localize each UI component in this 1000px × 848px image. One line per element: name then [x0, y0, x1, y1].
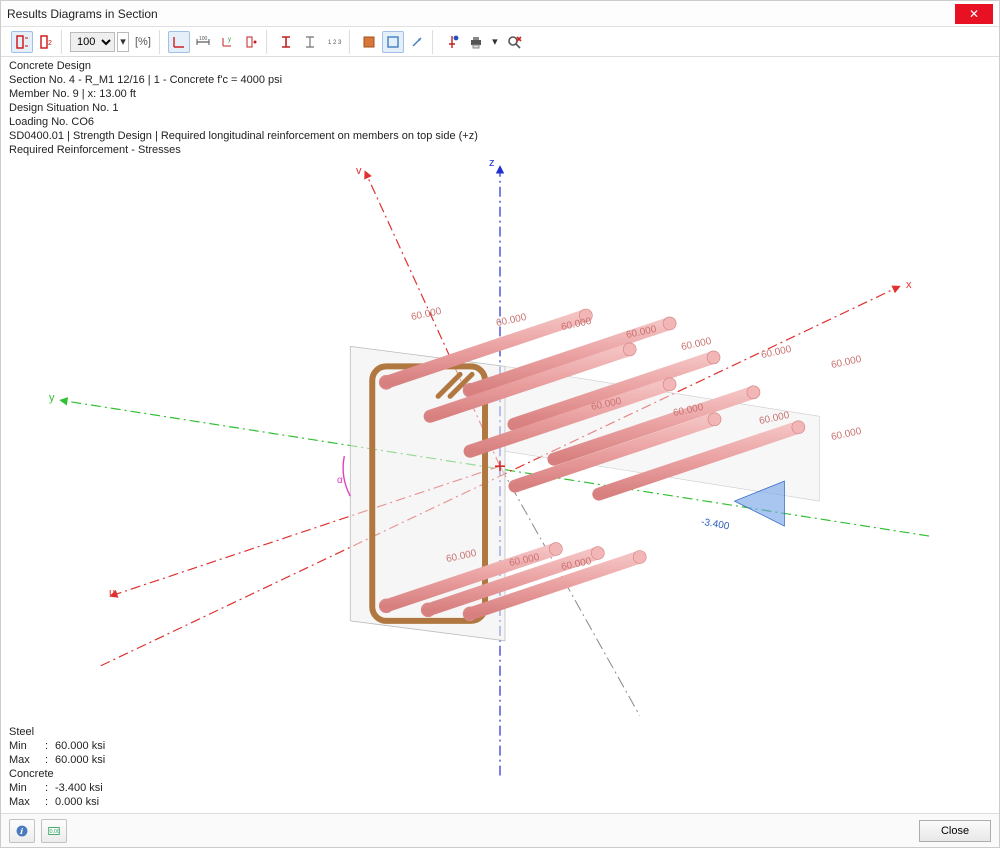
zoom-control: 100 ▾ [%]	[70, 32, 155, 52]
legend-steel-header: Steel	[9, 725, 105, 739]
find-button[interactable]	[503, 31, 525, 53]
axis-y-label: y	[49, 392, 55, 404]
toolbar-group-render	[354, 30, 433, 54]
toolbar-group-tools: ▾	[437, 30, 529, 54]
legend-value: 0.000 ksi	[55, 795, 99, 809]
svg-text:0,00: 0,00	[50, 828, 60, 834]
show-vectors-button[interactable]	[406, 31, 428, 53]
section-outline-button[interactable]	[299, 31, 321, 53]
legend-label: Max	[9, 753, 45, 767]
section-view-1-button[interactable]	[11, 31, 33, 53]
units-button[interactable]: 0,00	[41, 819, 67, 843]
svg-text:2: 2	[48, 40, 52, 47]
render-solid-button[interactable]	[358, 31, 380, 53]
axis-v-label: v	[356, 165, 362, 177]
axis-z-label: z	[489, 157, 495, 169]
legend-value: -3.400 ksi	[55, 781, 103, 795]
help-button[interactable]: ℹ	[9, 819, 35, 843]
svg-text:1 2 3: 1 2 3	[328, 40, 342, 46]
window: Results Diagrams in Section ✕ 2 100 ▾ [%…	[0, 0, 1000, 848]
window-title: Results Diagrams in Section	[7, 7, 955, 21]
toolbar: 2 100 ▾ [%] 100 y 1 2 3	[1, 27, 999, 57]
toolbar-group-display-2: 1 2 3	[271, 30, 350, 54]
canvas-viewport[interactable]: Concrete Design Section No. 4 - R_M1 12/…	[1, 57, 999, 813]
window-close-button[interactable]: ✕	[955, 4, 993, 24]
legend-label: Max	[9, 795, 45, 809]
zoom-select[interactable]: 100	[70, 32, 115, 52]
svg-text:y: y	[228, 37, 231, 43]
render-wire-button[interactable]	[382, 31, 404, 53]
toolbar-group-display-1: 100 y	[164, 30, 267, 54]
section-view-2-button[interactable]: 2	[35, 31, 57, 53]
local-axes-button[interactable]: y	[216, 31, 238, 53]
toolbar-group-mode: 2	[7, 30, 62, 54]
toolbar-group-zoom: 100 ▾ [%]	[66, 30, 160, 54]
section-shape-button[interactable]	[275, 31, 297, 53]
legend-label: Min	[9, 781, 45, 795]
axes-toggle-button[interactable]	[168, 31, 190, 53]
print-button[interactable]	[465, 31, 487, 53]
bottombar: ℹ 0,00 Close	[1, 813, 999, 847]
stress-points-button[interactable]	[240, 31, 262, 53]
svg-text:100: 100	[199, 36, 208, 42]
print-dropdown-button[interactable]: ▾	[489, 31, 501, 53]
legend-label: Min	[9, 739, 45, 753]
axis-alpha-label: α	[337, 475, 343, 486]
titlebar: Results Diagrams in Section ✕	[1, 1, 999, 27]
zoom-unit-label: [%]	[131, 36, 155, 48]
dimensions-toggle-button[interactable]: 100	[192, 31, 214, 53]
pin-button[interactable]	[441, 31, 463, 53]
legend-concrete-header: Concrete	[9, 767, 105, 781]
close-button[interactable]: Close	[919, 820, 991, 842]
legend-value: 60.000 ksi	[55, 753, 105, 767]
zoom-dropdown-button[interactable]: ▾	[117, 32, 129, 52]
values-toggle-button[interactable]: 1 2 3	[323, 31, 345, 53]
legend-block: Steel Min:60.000 ksi Max:60.000 ksi Conc…	[9, 725, 105, 809]
axis-x-label: x	[906, 279, 912, 291]
legend-value: 60.000 ksi	[55, 739, 105, 753]
axis-u-label: u	[109, 587, 115, 599]
